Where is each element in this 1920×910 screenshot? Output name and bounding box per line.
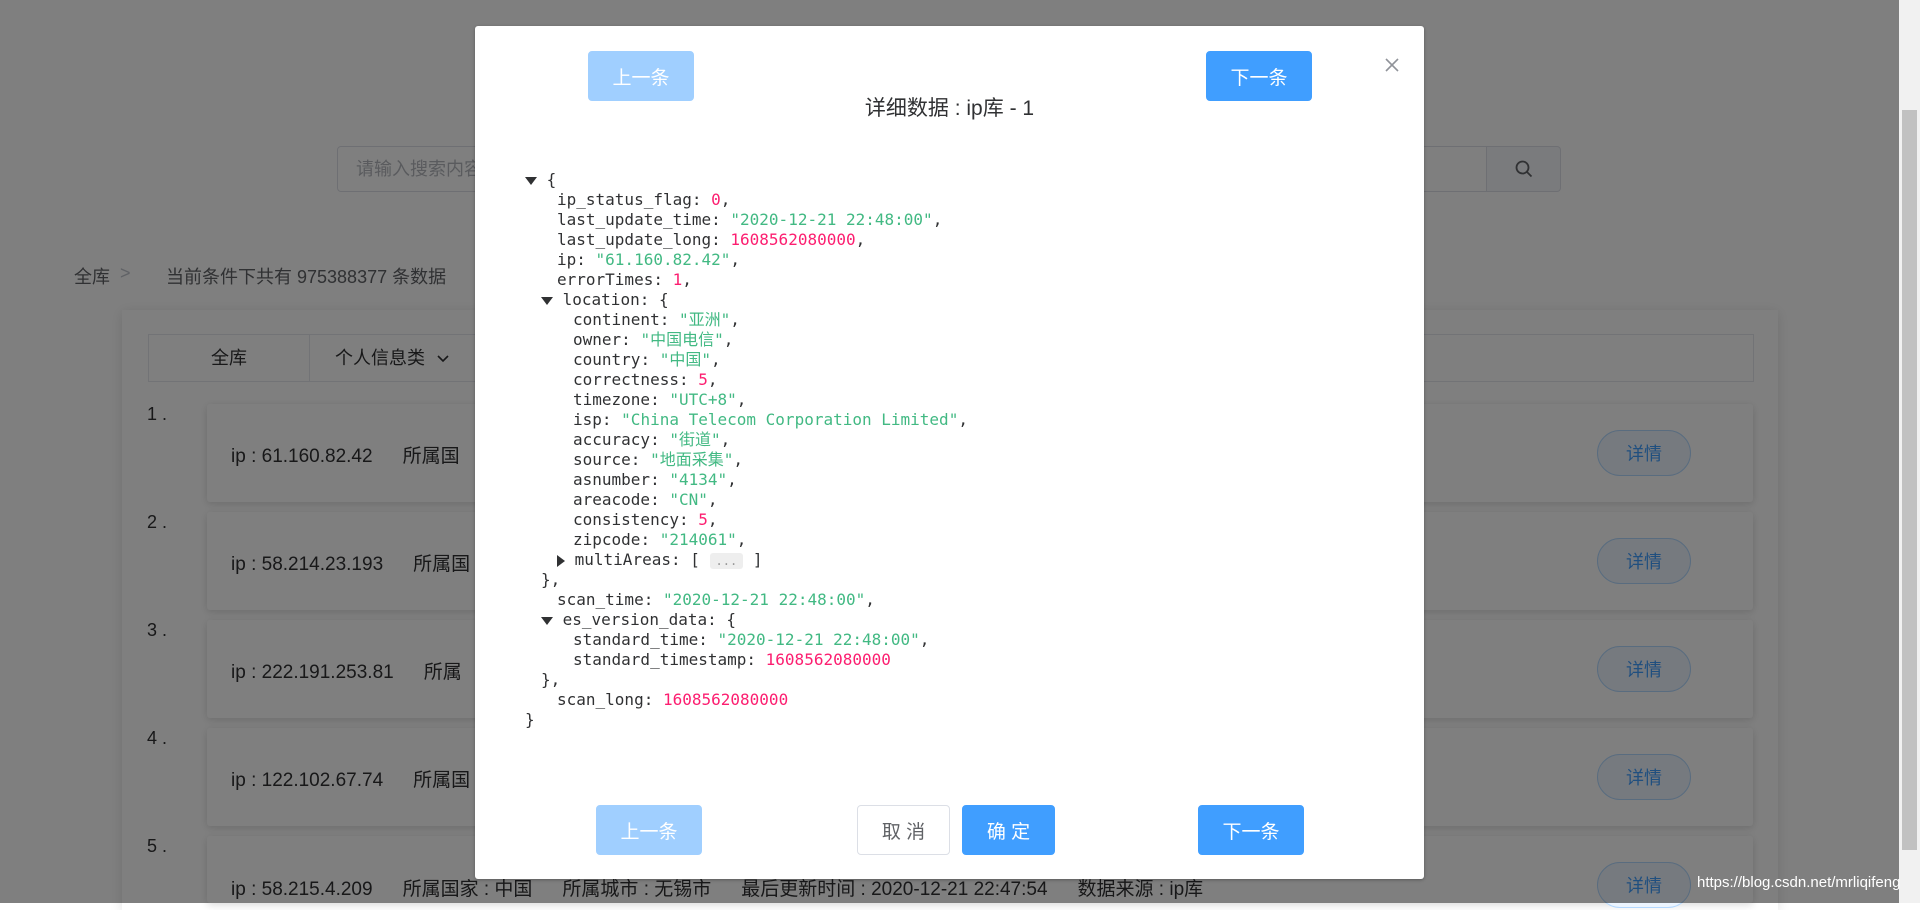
collapse-toggle-icon[interactable] [541,296,553,305]
page-scrollbar-thumb[interactable] [1902,110,1917,850]
confirm-button[interactable]: 确 定 [962,805,1055,855]
json-line: isp: "China Telecom Corporation Limited"… [573,410,968,429]
json-line: standard_timestamp: 1608562080000 [573,650,891,669]
json-line: source: "地面采集", [573,450,743,469]
json-line: accuracy: "街道", [573,430,731,449]
json-line: scan_time: "2020-12-21 22:48:00", [557,590,875,609]
json-line: } [525,710,535,729]
json-line: last_update_time: "2020-12-21 22:48:00", [557,210,943,229]
collapse-toggle-icon[interactable] [525,176,537,185]
json-line: location: { [541,290,669,310]
json-line: scan_long: 1608562080000 [557,690,789,709]
json-line: consistency: 5, [573,510,718,529]
json-line: country: "中国", [573,350,721,369]
json-line: multiAreas: [ ... ] [557,550,762,570]
json-line: correctness: 5, [573,370,718,389]
json-line: zipcode: "214061", [573,530,747,549]
next-record-button-bottom[interactable]: 下一条 [1198,805,1304,855]
prev-record-button-bottom[interactable]: 上一条 [596,805,702,855]
next-record-button-top[interactable]: 下一条 [1206,51,1312,101]
json-line: ip_status_flag: 0, [557,190,731,209]
json-line: owner: "中国电信", [573,330,734,349]
close-icon [1385,58,1399,72]
json-root-line: { [525,170,556,190]
collapsed-array-ellipsis[interactable]: ... [709,552,744,569]
json-line: areacode: "CN", [573,490,718,509]
json-line: ip: "61.160.82.42", [557,250,741,269]
json-line: standard_time: "2020-12-21 22:48:00", [573,630,930,649]
json-line: errorTimes: 1, [557,270,692,289]
watermark: https://blog.csdn.net/mrliqifeng [1697,874,1901,891]
detail-dialog: 上一条 详细数据 : ip库 - 1 下一条 { ip_status_flag:… [475,26,1424,879]
expand-toggle-icon[interactable] [557,554,565,567]
cancel-button[interactable]: 取 消 [857,805,950,855]
json-line: }, [541,570,561,589]
json-line: es_version_data: { [541,610,736,630]
json-line: }, [541,670,561,689]
collapse-toggle-icon[interactable] [541,616,553,625]
json-line: continent: "亚洲", [573,310,740,329]
close-button[interactable] [1379,52,1405,78]
json-line: asnumber: "4134", [573,470,737,489]
json-line: last_update_long: 1608562080000, [557,230,866,249]
json-line: timezone: "UTC+8", [573,390,747,409]
